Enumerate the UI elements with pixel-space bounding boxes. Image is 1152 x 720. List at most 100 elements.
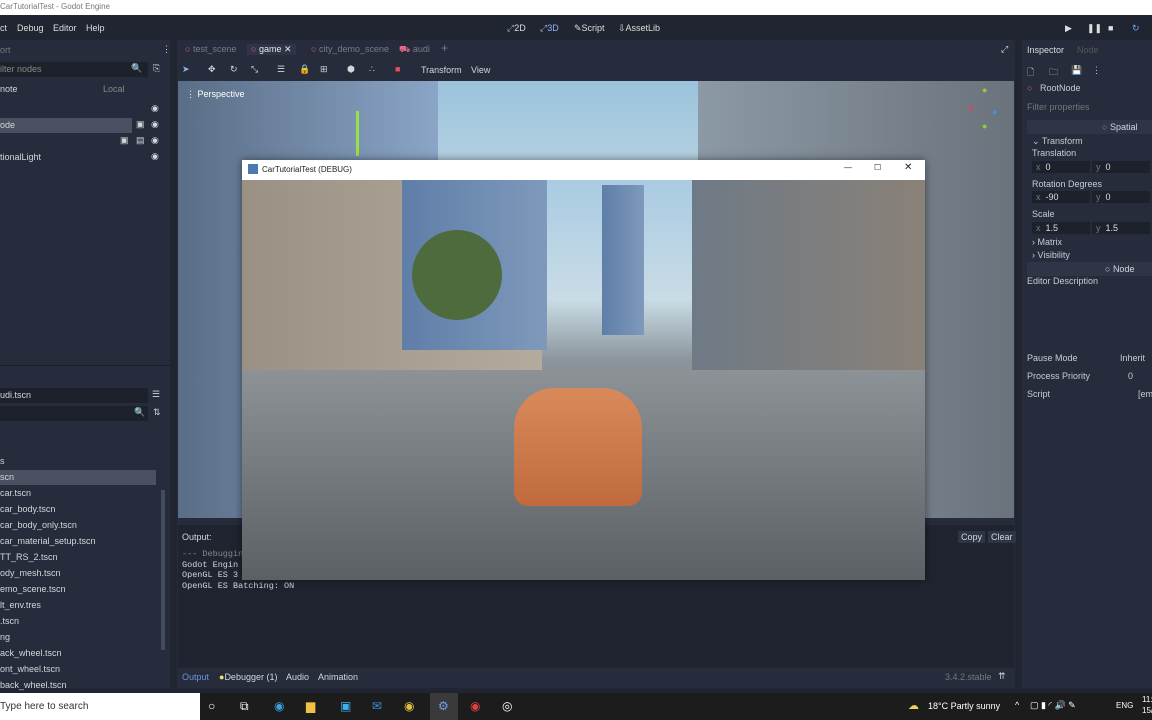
file-item[interactable]: s [0, 454, 165, 469]
file-item[interactable]: scn [0, 470, 156, 485]
edge-icon[interactable]: ◉ [274, 699, 284, 713]
clock-date[interactable]: 15/ [1142, 706, 1152, 715]
tray-icons[interactable]: ▢ ▮ ◜ 🔊 ✎ [1030, 700, 1076, 711]
save-icon[interactable]: 💾 [1071, 65, 1082, 76]
fullscreen-icon[interactable]: ⤢ [1001, 44, 1008, 55]
translation-x[interactable]: x 0 [1032, 161, 1090, 173]
menu-project[interactable]: ct [0, 23, 7, 33]
chrome-profile-icon[interactable]: ◉ [470, 699, 480, 713]
file-item[interactable]: ng [0, 630, 165, 645]
new-resource-icon[interactable]: 🗋 [1027, 65, 1034, 81]
transform-menu[interactable]: Transform [421, 65, 462, 75]
attach-script-icon[interactable]: ⎘ [153, 63, 160, 74]
filesystem-search-input[interactable] [0, 406, 148, 421]
file-item[interactable]: car_body_only.tscn [0, 518, 165, 533]
dock-menu-icon[interactable]: ⋮ [162, 44, 171, 55]
scene-icon[interactable]: ▣ [136, 119, 145, 130]
pause-mode-value[interactable]: Inherit [1120, 353, 1145, 363]
pause-icon[interactable]: ❚❚ [1087, 23, 1102, 34]
scale-y[interactable]: y 1.5 [1092, 222, 1150, 234]
stop-icon[interactable]: ■ [1108, 23, 1113, 33]
more-icon[interactable]: ⋮ [1092, 65, 1101, 76]
minimize-icon[interactable]: — [844, 163, 852, 172]
filesystem-path[interactable]: udi.tscn [0, 388, 148, 403]
file-item[interactable]: back_wheel.tscn [0, 678, 165, 693]
scene-tab-city-demo[interactable]: ○ city_demo_scene [311, 44, 389, 54]
godot-icon[interactable]: ⚙ [430, 693, 458, 720]
tree-node-directional-light[interactable]: tionalLight [0, 150, 165, 165]
file-item[interactable]: ont_wheel.tscn [0, 662, 165, 677]
camera-preview-icon[interactable]: ■ [395, 64, 400, 74]
workspace-assetlib[interactable]: ⇩AssetLib [618, 23, 660, 34]
tray-chevron-icon[interactable]: ^ [1015, 700, 1019, 710]
inspected-node[interactable]: ○ RootNode [1027, 83, 1080, 93]
pin-icon[interactable]: ⇈ [998, 671, 1006, 682]
script-icon[interactable]: ▤ [136, 135, 145, 146]
script-value[interactable]: [em [1138, 389, 1152, 399]
file-item[interactable]: car_material_setup.tscn [0, 534, 165, 549]
file-item[interactable]: .tscn [0, 614, 165, 629]
visibility-eye-icon[interactable]: ◉ [151, 119, 159, 130]
local-space-icon[interactable]: ⬢ [347, 64, 355, 75]
local-tab[interactable]: Local [103, 84, 125, 94]
filter-properties-input[interactable]: Filter properties [1027, 102, 1090, 112]
matrix-section[interactable]: › Matrix [1032, 237, 1062, 247]
open-folder-icon[interactable]: 🗀 [1049, 65, 1058, 81]
mail-icon[interactable]: ✉ [372, 699, 382, 713]
game-view[interactable] [242, 180, 925, 580]
scene-tab-audi[interactable]: ⛟ audi [399, 44, 430, 56]
file-item[interactable]: car.tscn [0, 486, 165, 501]
perspective-menu[interactable]: ⋮ Perspective [186, 89, 245, 100]
visibility-eye-icon[interactable]: ◉ [151, 151, 159, 162]
scene-tab-game[interactable]: ○ game ✕ [247, 44, 296, 55]
menu-editor[interactable]: Editor [53, 23, 77, 33]
file-item[interactable]: ody_mesh.tscn [0, 566, 165, 581]
rotate-tool-icon[interactable]: ↻ [230, 64, 238, 75]
close-icon[interactable]: ✕ [284, 44, 292, 54]
workspace-script[interactable]: ✎Script [574, 23, 605, 34]
group-icon[interactable]: ⊞ [320, 64, 328, 75]
file-item[interactable]: emo_scene.tscn [0, 582, 165, 597]
close-icon[interactable]: ✕ [904, 162, 912, 173]
tree-node-selected[interactable]: ode [0, 118, 132, 133]
snap-icon[interactable]: ∴ [369, 64, 375, 75]
tab-node[interactable]: Node [1077, 45, 1099, 55]
list-icon[interactable]: ☰ [277, 64, 285, 75]
file-item[interactable]: TT_RS_2.tscn [0, 550, 165, 565]
layout-toggle-icon[interactable]: ☰ [152, 389, 160, 400]
tab-inspector[interactable]: Inspector [1027, 45, 1064, 55]
add-tab-icon[interactable]: + [441, 41, 448, 55]
select-tool-icon[interactable]: ➤ [182, 64, 190, 75]
taskbar-search[interactable]: Type here to search [0, 693, 200, 720]
scene-dock-tab[interactable]: ort [0, 43, 165, 58]
filesystem-scrollbar[interactable] [161, 490, 165, 650]
tab-debugger[interactable]: ●Debugger (1) [219, 672, 277, 682]
menu-debug[interactable]: Debug [17, 23, 44, 33]
lock-icon[interactable]: 🔒 [299, 64, 310, 75]
sort-icon[interactable]: ⇅ [153, 407, 161, 418]
task-view-icon[interactable]: ⧉ [240, 699, 249, 714]
app-icon[interactable]: ◎ [502, 699, 512, 713]
orientation-gizmo[interactable]: ● ● ● ● [966, 85, 1006, 135]
file-item[interactable]: lt_env.tres [0, 598, 165, 613]
move-tool-icon[interactable]: ✥ [208, 64, 216, 75]
store-icon[interactable]: ▣ [340, 699, 351, 713]
rotation-x[interactable]: x -90 [1032, 191, 1090, 203]
scale-tool-icon[interactable]: ⤡ [251, 64, 258, 75]
language-indicator[interactable]: ENG [1116, 701, 1133, 710]
tab-animation[interactable]: Animation [318, 672, 358, 682]
workspace-3d[interactable]: ⤢3D [540, 23, 559, 34]
process-priority-value[interactable]: 0 [1128, 371, 1133, 381]
menu-help[interactable]: Help [86, 23, 105, 33]
explorer-icon[interactable]: ▆ [306, 699, 315, 713]
game-window-title-bar[interactable]: CarTutorialTest (DEBUG) — ☐ ✕ [242, 160, 925, 180]
copy-button[interactable]: Copy [958, 531, 986, 543]
weather-text[interactable]: 18°C Partly sunny [928, 701, 1000, 711]
clear-button[interactable]: Clear [988, 531, 1016, 543]
maximize-icon[interactable]: ☐ [874, 163, 881, 172]
visibility-eye-icon[interactable]: ◉ [151, 103, 159, 114]
tab-output[interactable]: Output [182, 672, 209, 682]
chrome-icon[interactable]: ◉ [404, 699, 414, 713]
translation-y[interactable]: y 0 [1092, 161, 1150, 173]
visibility-eye-icon[interactable]: ◉ [151, 135, 159, 146]
